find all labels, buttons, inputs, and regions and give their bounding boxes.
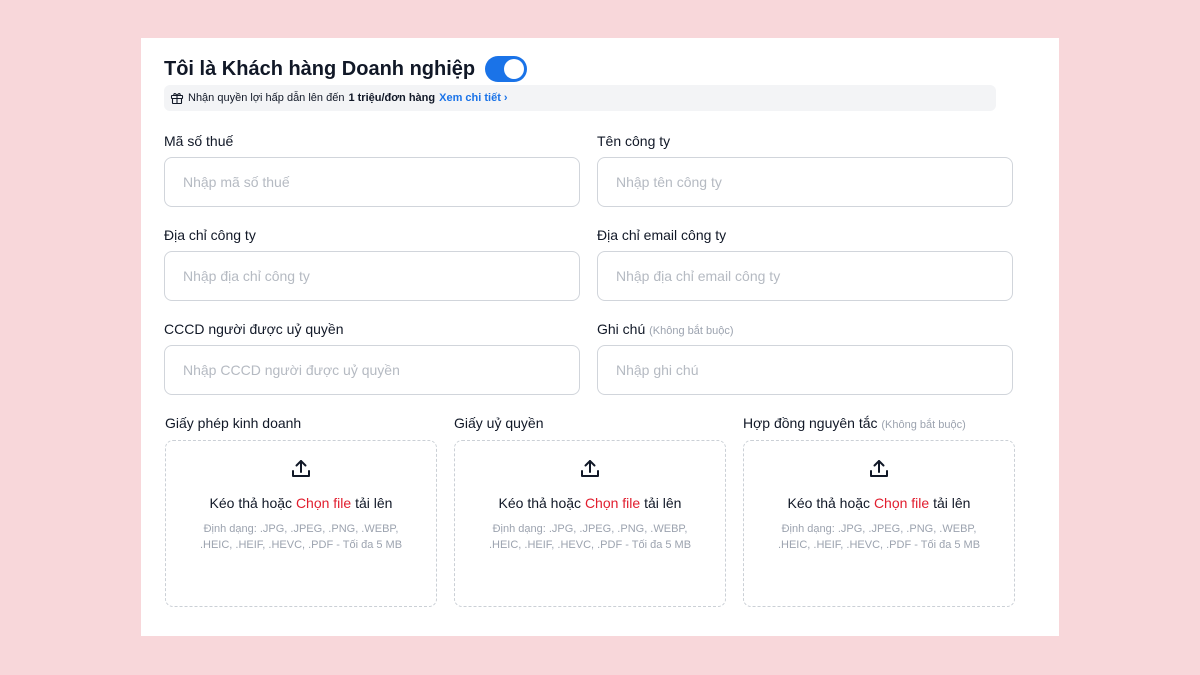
- upload-icon: [289, 457, 313, 481]
- authorized-id-input[interactable]: [164, 345, 580, 395]
- upload-icon: [578, 457, 602, 481]
- drag-suffix: tải lên: [355, 495, 393, 511]
- drag-drop-text: Kéo thả hoặc Chọn file tải lên: [499, 495, 682, 511]
- choose-file-link[interactable]: Chọn file: [296, 495, 351, 511]
- drag-prefix: Kéo thả hoặc: [209, 495, 293, 511]
- tax-code-label: Mã số thuế: [164, 133, 234, 149]
- see-details-link[interactable]: Xem chi tiết ›: [439, 92, 507, 104]
- format-hint: Định dạng: .JPG, .JPEG, .PNG, .WEBP, .HE…: [488, 523, 692, 551]
- format-hint: Định dạng: .JPG, .JPEG, .PNG, .WEBP, .HE…: [777, 523, 981, 551]
- tax-code-input[interactable]: [164, 157, 580, 207]
- authorization-label: Giấy uỷ quyền: [454, 415, 544, 431]
- business-customer-toggle[interactable]: [485, 56, 528, 82]
- business-license-upload: Giấy phép kinh doanh Kéo thả hoặc Chọn f…: [165, 413, 437, 607]
- company-email-label: Địa chỉ email công ty: [597, 227, 727, 243]
- toggle-knob: [504, 59, 525, 79]
- authorized-id-field: CCCD người được uỷ quyền: [164, 319, 580, 395]
- drag-suffix: tải lên: [644, 495, 682, 511]
- company-address-input[interactable]: [164, 251, 580, 301]
- company-email-field: Địa chỉ email công ty: [597, 225, 1013, 301]
- note-optional-hint: (Không bắt buộc): [649, 325, 734, 337]
- note-input[interactable]: [597, 345, 1013, 395]
- framework-contract-label: Hợp đồng nguyên tắc (Không bắt buộc): [743, 413, 1015, 433]
- note-field: Ghi chú (Không bắt buộc): [597, 319, 1013, 395]
- benefit-highlight: 1 triệu/đơn hàng: [348, 92, 436, 104]
- business-license-dropzone[interactable]: Kéo thả hoặc Chọn file tải lên Định dạng…: [165, 440, 437, 607]
- benefit-text: Nhận quyền lợi hấp dẫn lên đến: [188, 92, 345, 104]
- benefit-banner: Nhận quyền lợi hấp dẫn lên đến 1 triệu/đ…: [164, 85, 996, 111]
- choose-file-link[interactable]: Chọn file: [874, 495, 929, 511]
- form-title: Tôi là Khách hàng Doanh nghiệp: [164, 57, 476, 80]
- drag-prefix: Kéo thả hoặc: [787, 495, 871, 511]
- company-address-label: Địa chỉ công ty: [164, 227, 256, 243]
- choose-file-link[interactable]: Chọn file: [585, 495, 640, 511]
- company-name-field: Tên công ty: [597, 131, 1013, 207]
- tax-code-field: Mã số thuế: [164, 131, 580, 207]
- drag-prefix: Kéo thả hoặc: [498, 495, 582, 511]
- framework-contract-optional-hint: (Không bắt buộc): [881, 419, 966, 431]
- gift-icon: [170, 91, 184, 105]
- authorization-upload: Giấy uỷ quyền Kéo thả hoặc Chọn file tải…: [454, 413, 726, 607]
- business-customer-form: Tôi là Khách hàng Doanh nghiệp Nhận quyề…: [141, 38, 1059, 636]
- company-email-input[interactable]: [597, 251, 1013, 301]
- company-name-input[interactable]: [597, 157, 1013, 207]
- business-license-label: Giấy phép kinh doanh: [165, 415, 302, 431]
- form-header: Tôi là Khách hàng Doanh nghiệp: [164, 56, 528, 82]
- company-address-field: Địa chỉ công ty: [164, 225, 580, 301]
- framework-contract-label-text: Hợp đồng nguyên tắc: [743, 415, 878, 431]
- drag-drop-text: Kéo thả hoặc Chọn file tải lên: [210, 495, 393, 511]
- drag-suffix: tải lên: [933, 495, 971, 511]
- format-hint: Định dạng: .JPG, .JPEG, .PNG, .WEBP, .HE…: [199, 523, 403, 551]
- authorization-dropzone[interactable]: Kéo thả hoặc Chọn file tải lên Định dạng…: [454, 440, 726, 607]
- note-label-text: Ghi chú: [597, 321, 646, 337]
- framework-contract-upload: Hợp đồng nguyên tắc (Không bắt buộc) Kéo…: [743, 413, 1015, 607]
- authorized-id-label: CCCD người được uỷ quyền: [164, 321, 344, 337]
- framework-contract-dropzone[interactable]: Kéo thả hoặc Chọn file tải lên Định dạng…: [743, 440, 1015, 607]
- note-label: Ghi chú (Không bắt buộc): [597, 319, 1013, 339]
- upload-icon: [867, 457, 891, 481]
- drag-drop-text: Kéo thả hoặc Chọn file tải lên: [788, 495, 971, 511]
- company-name-label: Tên công ty: [597, 133, 671, 149]
